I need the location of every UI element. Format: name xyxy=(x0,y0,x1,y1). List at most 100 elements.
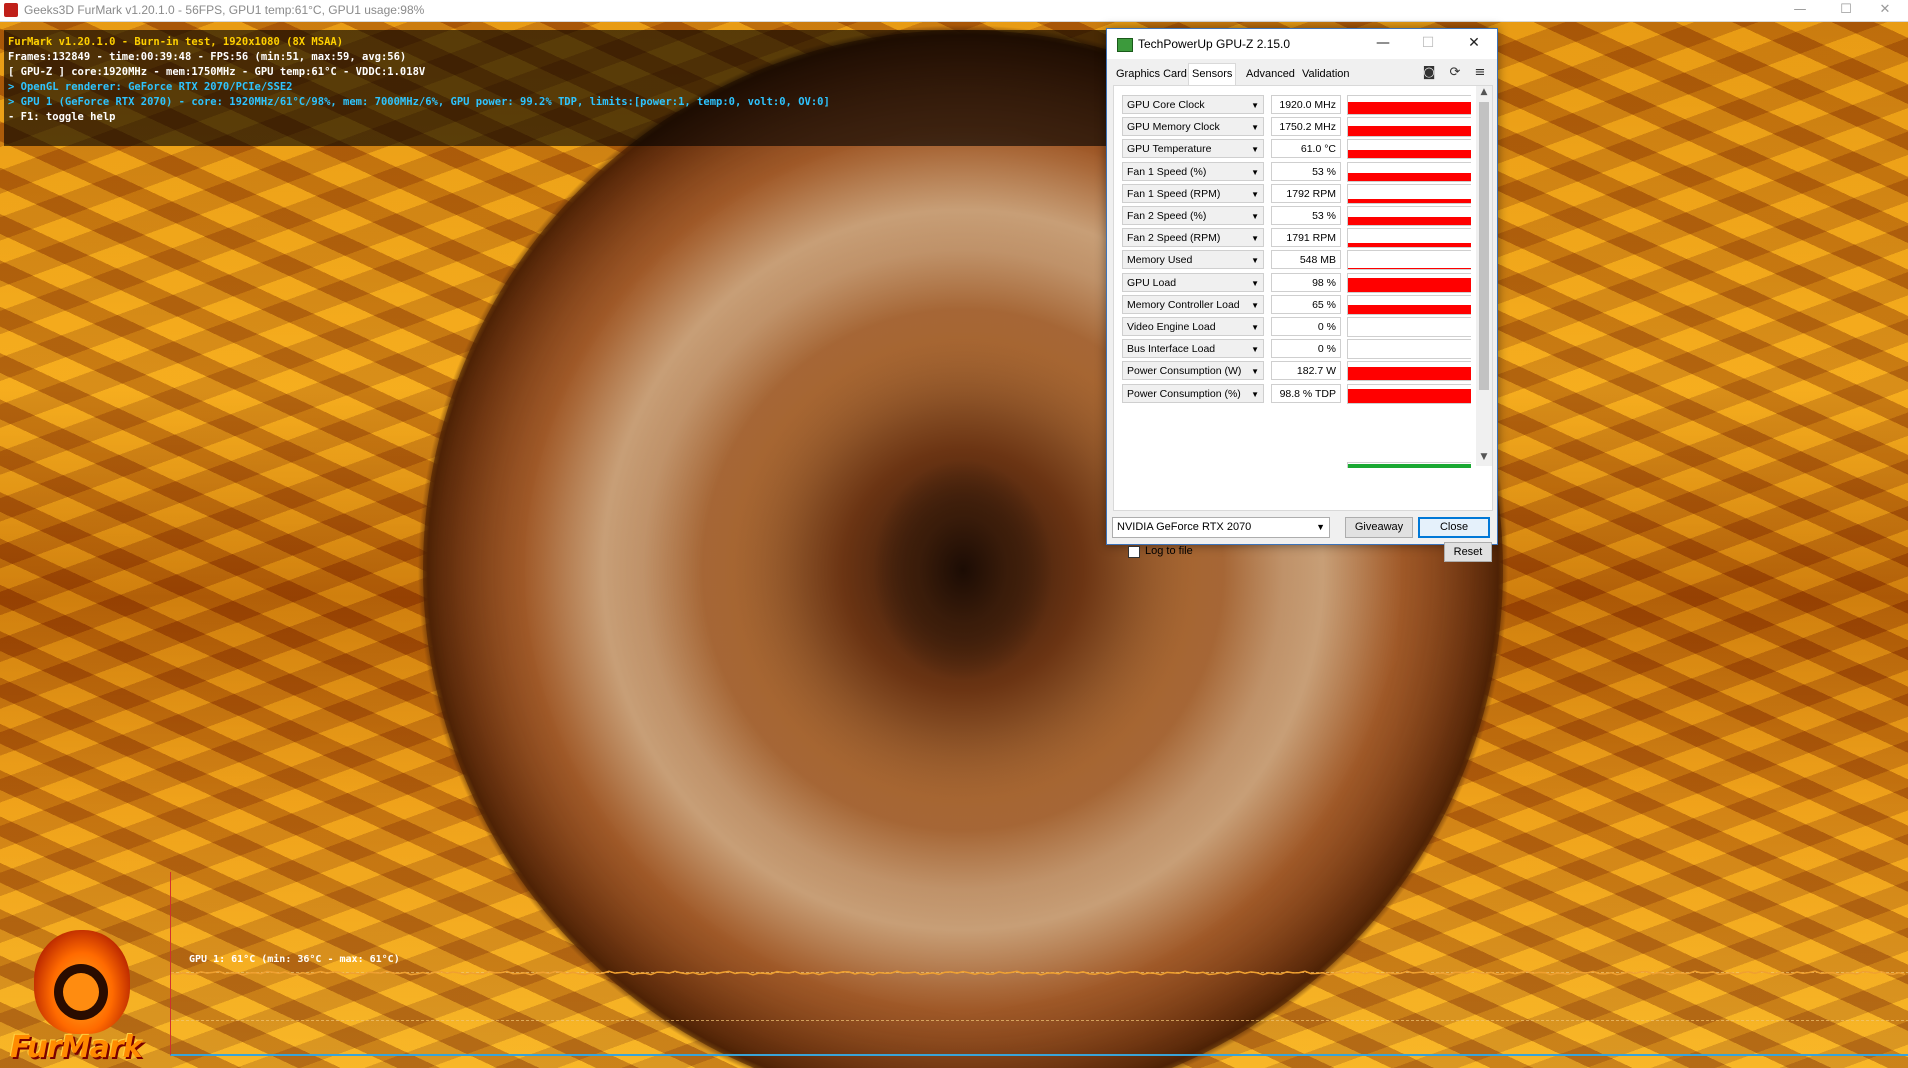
minimize-button[interactable]: — xyxy=(1777,0,1823,21)
sensor-name-dropdown[interactable]: GPU Memory Clock ▼ xyxy=(1122,117,1264,137)
furmark-logo: FurMark xyxy=(6,930,156,1065)
osd-line-renderer: > OpenGL renderer: GeForce RTX 2070/PCIe… xyxy=(8,81,293,93)
tab-sensors[interactable]: Sensors xyxy=(1188,63,1237,85)
tab-advanced[interactable]: Advanced xyxy=(1243,65,1298,83)
sensor-graph xyxy=(1347,361,1471,382)
sensor-name-dropdown[interactable]: GPU Core Clock ▼ xyxy=(1122,95,1264,114)
sensor-row: Bus Interface Load ▼ 0 % xyxy=(1114,338,1474,360)
reset-button[interactable]: Reset xyxy=(1444,542,1492,562)
giveaway-button[interactable]: Giveaway xyxy=(1345,517,1413,538)
sensor-value: 98.8 % TDP xyxy=(1271,383,1341,403)
sensor-graph-fill xyxy=(1348,277,1471,292)
sensors-scrollbar[interactable]: ▲ ▼ xyxy=(1476,86,1492,466)
sensor-value: 1750.2 MHz xyxy=(1271,117,1341,137)
sensor-name-dropdown[interactable]: GPU Load ▼ xyxy=(1122,272,1264,292)
osd-line-gpu1: > GPU 1 (GeForce RTX 2070) - core: 1920M… xyxy=(8,96,830,108)
sensor-name-dropdown[interactable]: Memory Controller Load ▼ xyxy=(1122,294,1264,314)
osd-line-title: FurMark v1.20.1.0 - Burn-in test, 1920x1… xyxy=(8,36,344,48)
furmark-logo-text: FurMark xyxy=(10,1030,143,1065)
chevron-down-icon: ▼ xyxy=(1316,522,1325,532)
sensor-name: Video Engine Load xyxy=(1127,321,1216,333)
sensor-graph xyxy=(1347,250,1471,271)
osd-line-frames: Frames:132849 - time:00:39:48 - FPS:56 (… xyxy=(8,51,407,63)
sensor-value: 61.0 °C xyxy=(1271,139,1341,159)
sensor-graph-fill xyxy=(1348,102,1471,114)
gpuz-maximize-button[interactable]: ☐ xyxy=(1405,29,1451,59)
close-window-button[interactable]: ✕ xyxy=(1862,0,1908,21)
sensor-graph-fill xyxy=(1348,367,1471,381)
sensor-name-dropdown[interactable]: Video Engine Load ▼ xyxy=(1122,317,1264,336)
sensor-row: GPU Core Clock ▼ 1920.0 MHz xyxy=(1114,94,1474,116)
sensor-name: Power Consumption (%) xyxy=(1127,387,1241,400)
scroll-down-icon[interactable]: ▼ xyxy=(1478,452,1490,462)
sensor-value: 182.7 W xyxy=(1271,361,1341,381)
sensor-row: Memory Used ▼ 548 MB xyxy=(1114,249,1474,271)
sensor-graph-fill xyxy=(1348,150,1471,159)
sensor-row: Fan 2 Speed (%) ▼ 53 % xyxy=(1114,205,1474,227)
sensor-name: GPU Temperature xyxy=(1127,143,1212,156)
scroll-up-icon[interactable]: ▲ xyxy=(1478,87,1490,97)
sensor-value: 548 MB xyxy=(1271,250,1341,270)
sensor-value: 65 % xyxy=(1271,294,1341,314)
sensor-graph xyxy=(1347,294,1471,315)
sensor-name: GPU Memory Clock xyxy=(1127,121,1220,134)
sensor-graph xyxy=(1347,95,1471,115)
camera-icon[interactable]: ◙ xyxy=(1421,65,1437,81)
sensor-name-dropdown[interactable]: GPU Temperature ▼ xyxy=(1122,139,1264,159)
chevron-down-icon: ▼ xyxy=(1251,167,1259,177)
sensor-name-dropdown[interactable]: Power Consumption (%) ▼ xyxy=(1122,383,1264,403)
gpuz-close-button[interactable]: ✕ xyxy=(1451,29,1497,59)
sensor-graph-fill xyxy=(1348,198,1471,203)
log-to-file-checkbox[interactable] xyxy=(1128,546,1140,558)
sensor-value: 1920.0 MHz xyxy=(1271,95,1341,114)
osd-line-gpuz: [ GPU-Z ] core:1920MHz - mem:1750MHz - G… xyxy=(8,66,426,78)
sensor-name-dropdown[interactable]: Fan 2 Speed (RPM) ▼ xyxy=(1122,228,1264,248)
gpu-select-dropdown[interactable]: NVIDIA GeForce RTX 2070 ▼ xyxy=(1112,517,1330,538)
furmark-osd-panel: FurMark v1.20.1.0 - Burn-in test, 1920x1… xyxy=(4,30,1149,146)
furmark-window-title: Geeks3D FurMark v1.20.1.0 - 56FPS, GPU1 … xyxy=(24,3,425,17)
close-button[interactable]: Close xyxy=(1418,517,1490,538)
sensor-row: GPU Load ▼ 98 % xyxy=(1114,272,1474,294)
sensor-name: Fan 1 Speed (%) xyxy=(1127,165,1207,178)
furmark-app-icon xyxy=(4,3,18,17)
tab-validation[interactable]: Validation xyxy=(1299,65,1353,83)
sensor-graph xyxy=(1347,183,1471,204)
chevron-down-icon: ▼ xyxy=(1251,212,1259,221)
sensor-value: 0 % xyxy=(1271,317,1341,336)
log-to-file-label: Log to file xyxy=(1145,545,1193,557)
chevron-down-icon: ▼ xyxy=(1251,367,1259,377)
sensor-name: Fan 2 Speed (%) xyxy=(1127,210,1207,222)
chevron-down-icon: ▼ xyxy=(1251,145,1259,155)
chevron-down-icon: ▼ xyxy=(1251,189,1259,199)
gpuz-window: TechPowerUp GPU-Z 2.15.0 — ☐ ✕ Graphics … xyxy=(1106,28,1498,562)
graph-gridline xyxy=(171,1020,1908,1021)
sensor-name-dropdown[interactable]: Fan 2 Speed (%) ▼ xyxy=(1122,206,1264,225)
sensor-name: GPU Load xyxy=(1127,276,1177,289)
sensor-value: 98 % xyxy=(1271,272,1341,292)
refresh-icon[interactable]: ⟳ xyxy=(1447,65,1463,81)
sensor-graph xyxy=(1347,206,1471,226)
osd-line-help: - F1: toggle help xyxy=(8,111,116,123)
sensor-value: 0 % xyxy=(1271,339,1341,359)
chevron-down-icon: ▼ xyxy=(1251,323,1259,332)
menu-icon[interactable]: ≡ xyxy=(1472,65,1488,81)
sensor-name: Bus Interface Load xyxy=(1127,343,1216,356)
sensor-name-dropdown[interactable]: Memory Used ▼ xyxy=(1122,250,1264,270)
sensor-name-dropdown[interactable]: Power Consumption (W) ▼ xyxy=(1122,361,1264,381)
furmark-title-bar: Geeks3D FurMark v1.20.1.0 - 56FPS, GPU1 … xyxy=(0,0,1908,22)
sensor-name-dropdown[interactable]: Fan 1 Speed (%) ▼ xyxy=(1122,161,1264,181)
sensor-graph-fill xyxy=(1348,243,1471,248)
gpuz-minimize-button[interactable]: — xyxy=(1360,29,1406,59)
sensor-graph-fill xyxy=(1348,217,1471,225)
sensor-name-dropdown[interactable]: Fan 1 Speed (RPM) ▼ xyxy=(1122,183,1264,203)
sensor-name-dropdown[interactable]: Bus Interface Load ▼ xyxy=(1122,339,1264,359)
sensor-name: Power Consumption (W) xyxy=(1127,365,1242,378)
scrollbar-thumb[interactable] xyxy=(1479,102,1489,390)
temperature-graph: GPU 1: 61°C (min: 36°C - max: 61°C) xyxy=(170,872,1908,1056)
sensor-value: 1791 RPM xyxy=(1271,228,1341,248)
tab-graphics-card[interactable]: Graphics Card xyxy=(1113,65,1190,83)
temperature-graph-label: GPU 1: 61°C (min: 36°C - max: 61°C) xyxy=(189,954,400,965)
sensor-graph xyxy=(1347,117,1471,138)
sensor-value: 53 % xyxy=(1271,161,1341,181)
sensor-graph-fill xyxy=(1348,172,1471,181)
